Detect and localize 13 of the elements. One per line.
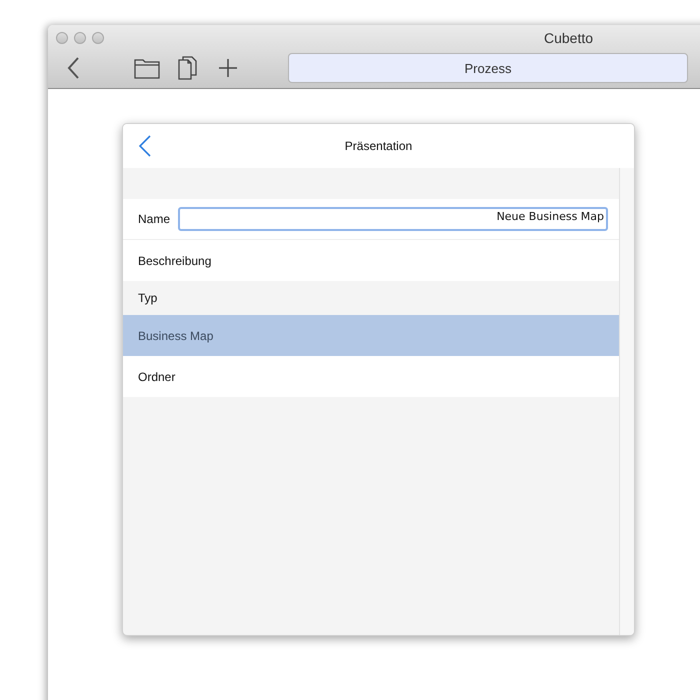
section-header: Typ (138, 291, 158, 305)
documents-icon[interactable] (178, 56, 198, 80)
dialog-title: Präsentation (344, 139, 412, 153)
process-segment-button[interactable]: Prozess (288, 53, 688, 83)
list-item[interactable]: Beschreibung (123, 240, 619, 281)
back-icon[interactable] (138, 134, 152, 158)
list-item[interactable]: Business Map (123, 315, 619, 356)
field-label: Name (138, 212, 170, 226)
plus-icon[interactable] (218, 58, 238, 78)
list-item[interactable]: Ordner (123, 356, 619, 397)
name-field[interactable]: Neue Business Map (178, 207, 608, 231)
folder-icon[interactable] (134, 57, 160, 79)
window-title: Cubetto (544, 30, 594, 46)
